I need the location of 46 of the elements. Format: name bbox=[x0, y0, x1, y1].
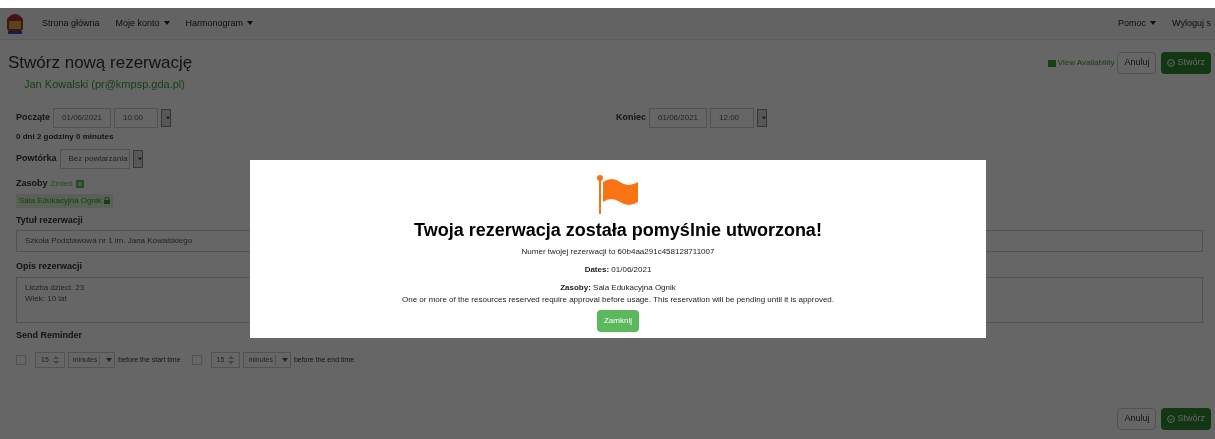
nav-link[interactable]: Harmonogram bbox=[185, 16, 254, 31]
reminder-label: Send Reminder bbox=[16, 328, 82, 342]
duration-text: 0 dni 2 godziny 0 minutes bbox=[16, 131, 115, 143]
description-label: Opis rezerwacji bbox=[16, 260, 83, 273]
dialog-title: Twoja rezerwacja została pomyślnie utworzona! bbox=[414, 219, 822, 242]
nav-link[interactable]: Moje konto bbox=[115, 16, 170, 31]
reservation-number: Numer twojej rezerwacji to 60b4aa291c458128711007 bbox=[521, 246, 715, 258]
close-button[interactable]: Zamknij bbox=[597, 310, 639, 332]
end-label: Koniec bbox=[616, 111, 646, 125]
end-time-field[interactable]: 12:00 bbox=[710, 108, 754, 128]
create-button[interactable]: Stwórz bbox=[1161, 51, 1211, 74]
nav-link[interactable]: Wyloguj s bbox=[1172, 16, 1211, 31]
plus-icon[interactable] bbox=[75, 179, 84, 188]
check-circle-icon bbox=[1167, 415, 1176, 423]
view-availability-link[interactable]: View Availability bbox=[1047, 56, 1115, 69]
user-name: Jan Kowalski (pr@kmpsp.gda.pl) bbox=[24, 76, 186, 92]
repeat-label: Powtórka bbox=[16, 152, 57, 166]
spinner-arrows-icon bbox=[228, 356, 235, 364]
dropdown-button[interactable] bbox=[161, 109, 171, 127]
caret-icon bbox=[106, 357, 113, 362]
title-label: Tytuł rezerwacji bbox=[16, 213, 83, 227]
check-circle-icon bbox=[1167, 58, 1176, 67]
nav-link[interactable]: Strona główna bbox=[42, 16, 100, 31]
caret-icon bbox=[166, 116, 170, 120]
change-link[interactable]: Zmień bbox=[50, 177, 73, 190]
approval-note: One or more of the resources reserved require approval before usage. This reservation will be pending until it is approved. bbox=[401, 294, 835, 306]
caret-icon bbox=[1150, 21, 1157, 26]
caret-icon bbox=[281, 357, 288, 362]
caret-icon bbox=[163, 21, 170, 26]
flag-icon bbox=[596, 174, 640, 214]
caret-icon bbox=[762, 116, 766, 120]
resources-label: Zasoby bbox=[16, 177, 48, 190]
create-button[interactable]: Stwórz bbox=[1161, 408, 1211, 430]
cancel-button[interactable]: Anuluj bbox=[1117, 51, 1157, 74]
page-title: Stwórz nową rezerwację bbox=[8, 52, 193, 74]
cancel-button[interactable]: Anuluj bbox=[1117, 408, 1157, 430]
start-time-field[interactable]: 10:00 bbox=[114, 108, 158, 128]
lock-icon bbox=[103, 197, 110, 204]
dates-text: Dates: 01/06/2021 bbox=[584, 264, 652, 276]
dropdown-button[interactable] bbox=[757, 109, 767, 127]
caret-icon bbox=[247, 21, 254, 26]
resources-text: Zasoby: Sala Edukacyjna Ognik bbox=[560, 282, 676, 294]
dropdown-button[interactable] bbox=[132, 150, 143, 168]
start-label: Począte bbox=[16, 111, 50, 125]
nav-link[interactable]: Pomoc bbox=[1118, 16, 1157, 31]
spinner-arrows-icon bbox=[52, 356, 59, 364]
